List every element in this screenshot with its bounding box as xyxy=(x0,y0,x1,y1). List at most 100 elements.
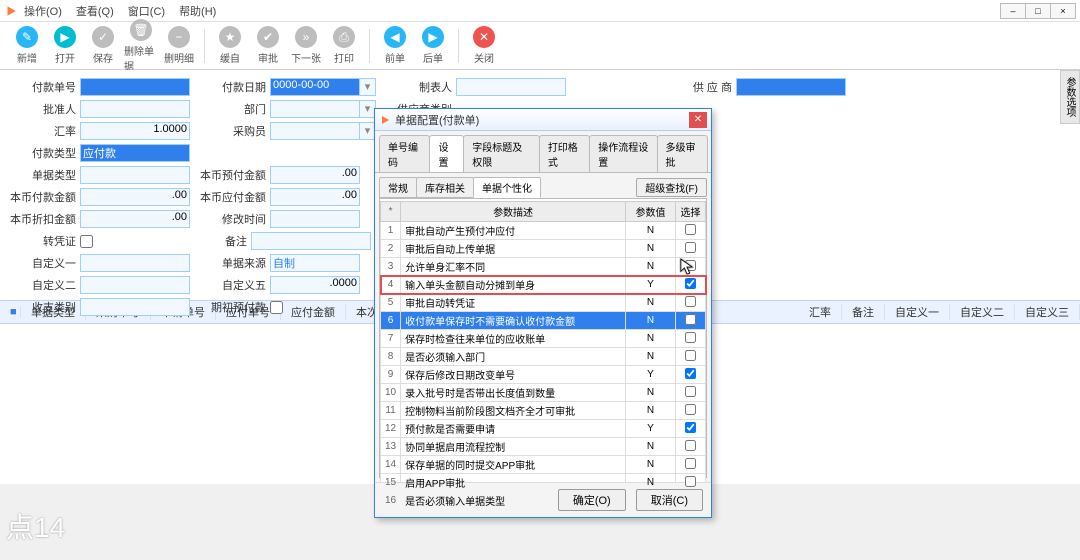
field-billdate[interactable]: 0000-00-00 xyxy=(270,78,360,96)
field-buyer[interactable] xyxy=(270,122,360,140)
param-val[interactable]: N xyxy=(626,438,676,456)
param-val[interactable]: N xyxy=(626,348,676,366)
delete-detail-button[interactable]: −删明细 xyxy=(162,26,196,65)
param-row[interactable]: 2 审批后自动上传单据 N xyxy=(381,240,706,258)
dialog-tab[interactable]: 单号编码 xyxy=(379,135,430,172)
param-check[interactable] xyxy=(685,224,696,235)
print-button[interactable]: ⎙打印 xyxy=(327,26,361,65)
param-row[interactable]: 12 预付款是否需要申请 Y xyxy=(381,420,706,438)
field-ptype[interactable]: 应付款 xyxy=(80,144,190,162)
field-bcdisc[interactable]: .00 xyxy=(80,210,190,228)
open-button[interactable]: ▶打开 xyxy=(48,26,82,65)
param-check[interactable] xyxy=(685,314,696,325)
super-search-button[interactable]: 超级查找(F) xyxy=(636,178,707,197)
param-val[interactable]: N xyxy=(626,294,676,312)
param-row[interactable]: 14 保存单据的同时提交APP审批 N xyxy=(381,456,706,474)
param-check[interactable] xyxy=(685,242,696,253)
right-tab[interactable]: 参数选项 xyxy=(1060,70,1080,124)
field-approver[interactable] xyxy=(80,100,190,118)
next-record-button[interactable]: ▶后单 xyxy=(416,26,450,65)
menu-window[interactable]: 窗口(C) xyxy=(128,3,165,19)
param-check[interactable] xyxy=(685,350,696,361)
param-val[interactable]: N xyxy=(626,402,676,420)
param-val[interactable]: Y xyxy=(626,276,676,294)
chk-initpre[interactable] xyxy=(270,301,283,314)
param-row[interactable]: 10 录入批号时是否带出长度值到数量 N xyxy=(381,384,706,402)
impact-button[interactable]: ★缓自 xyxy=(213,26,247,65)
dialog-tab[interactable]: 多级审批 xyxy=(657,135,708,172)
field-rate[interactable]: 1.0000 xyxy=(80,122,190,140)
field-prepay[interactable]: .00 xyxy=(270,166,360,184)
param-row[interactable]: 11 控制物料当前阶段图文档齐全才可审批 N xyxy=(381,402,706,420)
param-check[interactable] xyxy=(685,296,696,307)
minimize-icon[interactable]: – xyxy=(1000,3,1026,19)
param-val[interactable]: N xyxy=(626,456,676,474)
close-button[interactable]: ✕关闭 xyxy=(467,26,501,65)
field-cust5[interactable]: .0000 xyxy=(270,276,360,294)
param-val[interactable]: N xyxy=(626,222,676,240)
ok-button[interactable]: 确定(O) xyxy=(558,489,626,511)
param-row[interactable]: 4 输入单头金额自动分摊到单身 Y xyxy=(381,276,706,294)
date-dropdown-icon[interactable]: ▾ xyxy=(360,78,376,96)
param-row[interactable]: 1 审批自动产生预付冲应付 N xyxy=(381,222,706,240)
dialog-tab[interactable]: 打印格式 xyxy=(539,135,590,172)
menu-help[interactable]: 帮助(H) xyxy=(179,3,216,19)
field-maker[interactable] xyxy=(456,78,566,96)
param-check[interactable] xyxy=(685,404,696,415)
subtab[interactable]: 单据个性化 xyxy=(473,177,541,198)
close-window-icon[interactable]: × xyxy=(1050,3,1076,19)
field-source[interactable]: 自制 xyxy=(270,254,360,272)
param-row[interactable]: 6 收付款单保存时不需要确认收付款金额 N xyxy=(381,312,706,330)
param-check[interactable] xyxy=(685,332,696,343)
dialog-tab[interactable]: 字段标题及权限 xyxy=(463,135,540,172)
param-check[interactable] xyxy=(685,278,696,289)
dialog-tab[interactable]: 操作流程设置 xyxy=(589,135,657,172)
field-modtime[interactable] xyxy=(270,210,360,228)
field-receipt[interactable] xyxy=(80,298,190,316)
field-bcpay[interactable]: .00 xyxy=(80,188,190,206)
dialog-close-icon[interactable]: ✕ xyxy=(689,112,707,128)
param-val[interactable]: N xyxy=(626,258,676,276)
maximize-icon[interactable]: □ xyxy=(1025,3,1051,19)
param-val[interactable]: N xyxy=(626,240,676,258)
menu-ops[interactable]: 操作(O) xyxy=(24,3,62,19)
param-check[interactable] xyxy=(685,440,696,451)
subtab[interactable]: 常规 xyxy=(379,177,417,198)
delete-bill-button[interactable]: 🗑删除单据 xyxy=(124,19,158,73)
dialog-tab[interactable]: 设置 xyxy=(429,135,464,172)
field-supplier[interactable] xyxy=(736,78,846,96)
param-row[interactable]: 9 保存后修改日期改变单号 Y xyxy=(381,366,706,384)
param-check[interactable] xyxy=(685,386,696,397)
chk-voucher[interactable] xyxy=(80,235,93,248)
param-check[interactable] xyxy=(685,260,696,271)
field-dept[interactable] xyxy=(270,100,360,118)
param-row[interactable]: 7 保存时检查往来单位的应收账单 N xyxy=(381,330,706,348)
approve-button[interactable]: ✔审批 xyxy=(251,26,285,65)
new-button[interactable]: ✎新增 xyxy=(10,26,44,65)
field-cust1[interactable] xyxy=(80,254,190,272)
field-remark[interactable] xyxy=(251,232,371,250)
param-check[interactable] xyxy=(685,422,696,433)
next-bill-button[interactable]: »下一张 xyxy=(289,26,323,65)
save-button[interactable]: ✓保存 xyxy=(86,26,120,65)
param-row[interactable]: 3 允许单身汇率不同 N xyxy=(381,258,706,276)
menu-view[interactable]: 查看(Q) xyxy=(76,3,114,19)
field-billno[interactable] xyxy=(80,78,190,96)
field-cust2[interactable] xyxy=(80,276,190,294)
cancel-button[interactable]: 取消(C) xyxy=(636,489,703,511)
param-check[interactable] xyxy=(685,476,696,487)
param-row[interactable]: 5 审批自动转凭证 N xyxy=(381,294,706,312)
param-val[interactable]: Y xyxy=(626,420,676,438)
param-check[interactable] xyxy=(685,458,696,469)
field-bcshpay[interactable]: .00 xyxy=(270,188,360,206)
param-val[interactable]: N xyxy=(626,384,676,402)
param-val[interactable]: N xyxy=(626,312,676,330)
param-check[interactable] xyxy=(685,368,696,379)
subtab[interactable]: 库存相关 xyxy=(416,177,474,198)
param-row[interactable]: 13 协同单据启用流程控制 N xyxy=(381,438,706,456)
param-val[interactable]: Y xyxy=(626,366,676,384)
field-billstyle[interactable] xyxy=(80,166,190,184)
prev-record-button[interactable]: ◀前单 xyxy=(378,26,412,65)
param-val[interactable]: N xyxy=(626,330,676,348)
param-row[interactable]: 8 是否必须输入部门 N xyxy=(381,348,706,366)
